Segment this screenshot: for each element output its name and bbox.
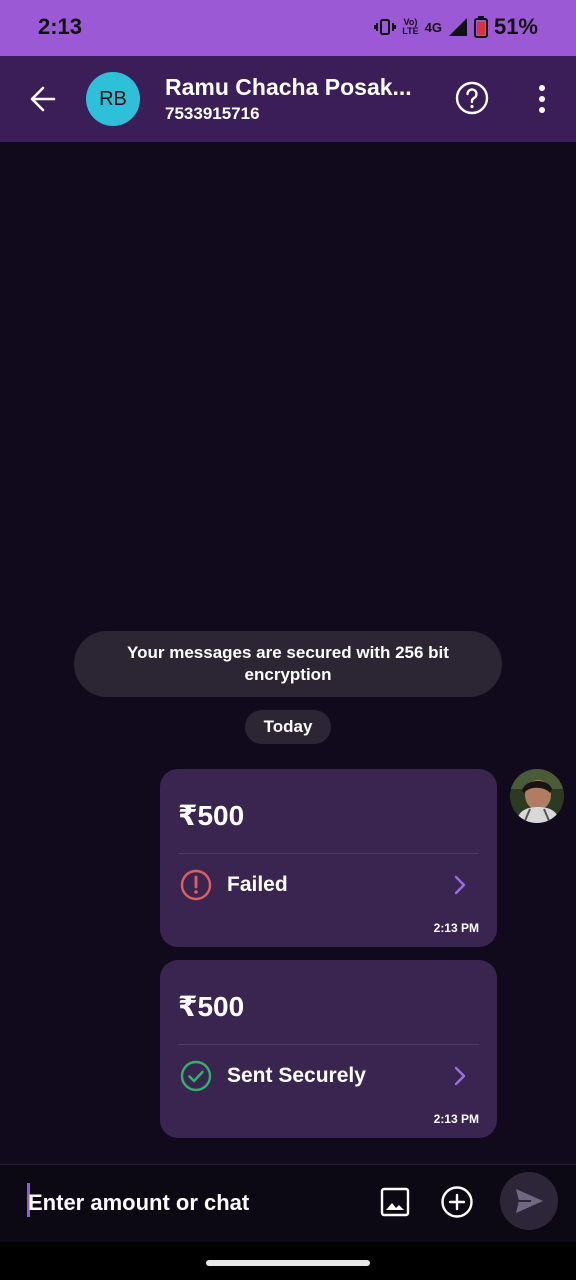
add-button[interactable] <box>440 1185 474 1219</box>
vibrate-icon <box>374 17 397 37</box>
plus-circle-icon <box>441 1186 473 1218</box>
image-icon <box>380 1187 410 1217</box>
status-icons: Vo) LTE 4G 51% <box>374 14 538 40</box>
home-indicator[interactable] <box>206 1260 370 1266</box>
battery-icon <box>473 16 488 38</box>
contact-name[interactable]: Ramu Chacha Posak... <box>165 74 412 101</box>
help-icon <box>455 81 489 115</box>
error-icon <box>180 869 212 901</box>
contact-avatar[interactable]: RB <box>86 72 140 126</box>
send-button[interactable] <box>500 1172 558 1230</box>
attach-image-button[interactable] <box>380 1187 410 1217</box>
chevron-right-icon[interactable] <box>452 1064 468 1088</box>
back-button[interactable] <box>24 80 62 118</box>
more-options-button[interactable] <box>530 82 554 116</box>
status-time: 2:13 <box>38 14 83 39</box>
volte-indicator: Vo) LTE <box>402 17 419 36</box>
payment-amount: ₹500 <box>178 800 245 831</box>
payment-amount: ₹500 <box>178 991 245 1022</box>
battery-level: 51% <box>493 14 538 39</box>
back-arrow-icon <box>30 86 56 112</box>
status-bar: 2:13 Vo) LTE 4G 51% <box>0 0 576 56</box>
payment-time: 2:13 PM <box>433 921 479 935</box>
check-circle-icon <box>180 1060 212 1092</box>
payment-time: 2:13 PM <box>433 1112 479 1126</box>
contact-phone: 7533915716 <box>165 104 260 123</box>
network-type: 4G <box>424 19 442 35</box>
payment-card-sent[interactable]: ₹500 Sent Securely 2:13 PM <box>160 960 497 1138</box>
encryption-notice: Your messages are secured with 256 bit e… <box>74 631 502 697</box>
payment-status: Failed <box>227 873 288 896</box>
help-button[interactable] <box>454 80 490 116</box>
chat-header: RB Ramu Chacha Posak... 7533915716 <box>0 56 576 142</box>
chat-input[interactable] <box>28 1185 358 1221</box>
chevron-right-icon[interactable] <box>452 873 468 897</box>
divider <box>178 853 479 854</box>
navigation-bar <box>0 1242 576 1280</box>
send-icon <box>516 1189 543 1213</box>
divider <box>178 1044 479 1045</box>
payment-status: Sent Securely <box>227 1064 366 1087</box>
signal-icon <box>448 17 468 37</box>
payment-card-failed[interactable]: ₹500 Failed 2:13 PM <box>160 769 497 947</box>
message-composer <box>0 1164 576 1242</box>
day-separator: Today <box>245 710 331 744</box>
more-vertical-icon <box>539 85 545 113</box>
user-avatar <box>510 769 564 823</box>
